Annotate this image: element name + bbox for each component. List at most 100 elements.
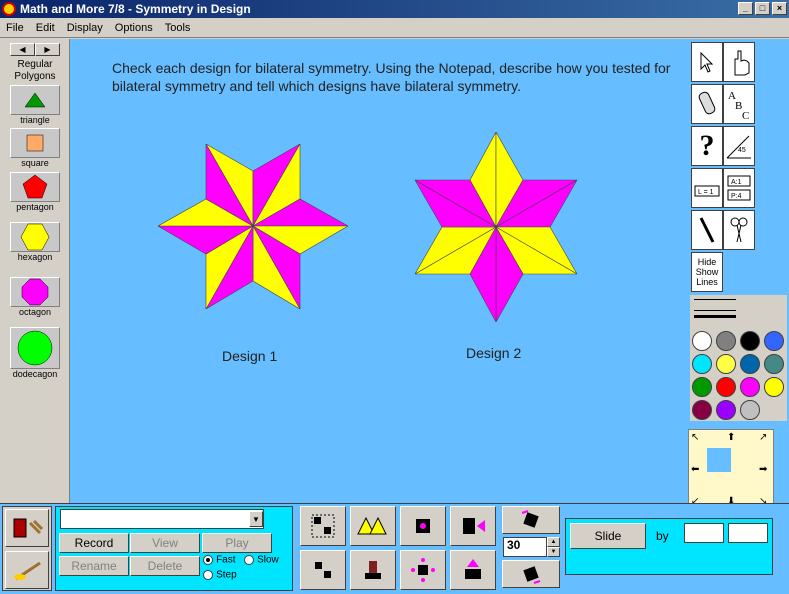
angle-tool[interactable]: 45 [723, 126, 755, 166]
exit-button[interactable] [5, 509, 49, 547]
line-thick-option[interactable] [694, 315, 736, 318]
maximize-button[interactable]: □ [755, 2, 770, 15]
color-maroon[interactable] [692, 400, 712, 420]
help-tool[interactable]: ? [691, 126, 723, 166]
angle-measure-icon: 45 [726, 135, 751, 159]
group-button[interactable] [300, 506, 346, 546]
color-silver[interactable] [740, 400, 760, 420]
rename-button[interactable]: Rename [59, 556, 129, 576]
color-teal[interactable] [764, 354, 784, 374]
recording-dropdown-button[interactable]: ▼ [249, 511, 263, 527]
octagon-tool[interactable]: octagon [10, 277, 60, 317]
ruler-tool[interactable]: L = 1 [691, 168, 723, 208]
bottom-toolbar: ▼ Record View Play Rename Delete Fast Sl… [0, 503, 789, 594]
ungroup-button[interactable] [300, 550, 346, 590]
palette-prev-button[interactable]: ◀ [10, 43, 35, 56]
roller-icon [698, 91, 716, 115]
color-dark-blue[interactable] [740, 354, 760, 374]
speed-slow-option[interactable]: Slow [244, 554, 279, 566]
hexagon-tool[interactable]: hexagon [10, 222, 60, 262]
pentagon-label: pentagon [16, 202, 54, 212]
triangle-tool[interactable]: triangle [10, 85, 60, 125]
tools-panel: ABC ? 45 L = 1 A:1 P:4 Hide Show Lines ↖… [688, 39, 789, 513]
nudge-left-button[interactable]: ⬅ [691, 464, 699, 475]
recording-select[interactable] [60, 509, 264, 529]
pointer-tool[interactable] [691, 42, 723, 82]
flip-right-button[interactable] [450, 506, 496, 546]
color-red[interactable] [716, 377, 736, 397]
view-button[interactable]: View [130, 533, 200, 553]
angle-down-button[interactable]: ▼ [547, 547, 560, 557]
rotate-ccw-button[interactable] [502, 560, 560, 588]
play-button[interactable]: Play [202, 533, 272, 553]
menu-edit[interactable]: Edit [30, 22, 61, 34]
roller-tool[interactable] [691, 84, 723, 124]
design-1[interactable] [158, 144, 348, 309]
exit-door-icon [13, 518, 44, 538]
triangle-icon [24, 92, 46, 108]
menu-bar: File Edit Display Options Tools [0, 18, 789, 38]
speed-fast-option[interactable]: Fast [203, 554, 236, 566]
dodecagon-tool[interactable]: dodecagon [10, 327, 60, 379]
nudge-pad: ↖ ⬆ ↗ ⬅ ➡ ↙ ⬇ ↘ [688, 429, 774, 513]
stamp-icon [365, 561, 381, 579]
slide-y-input[interactable] [728, 523, 768, 543]
square-tool[interactable]: square [10, 128, 60, 168]
nudge-up-right-button[interactable]: ↗ [759, 432, 767, 443]
minimize-button[interactable]: _ [738, 2, 753, 15]
line-thin-option[interactable] [694, 299, 736, 311]
dodecagon-label: dodecagon [12, 369, 58, 379]
center-button[interactable] [400, 506, 446, 546]
menu-file[interactable]: File [0, 22, 30, 34]
hand-tool[interactable] [723, 42, 755, 82]
color-blue[interactable] [764, 331, 784, 351]
stamp-button[interactable] [350, 550, 396, 590]
nudge-up-button[interactable]: ⬆ [727, 432, 735, 443]
close-button[interactable]: × [772, 2, 787, 15]
menu-display[interactable]: Display [61, 22, 109, 34]
svg-text:P:4: P:4 [731, 193, 742, 200]
menu-tools[interactable]: Tools [159, 22, 197, 34]
clear-button[interactable] [5, 551, 49, 589]
speed-step-option[interactable]: Step [203, 569, 237, 581]
nudge-right-button[interactable]: ➡ [759, 464, 767, 475]
pentagon-tool[interactable]: pentagon [10, 172, 60, 212]
duplicate-triangles-icon [357, 516, 387, 535]
color-green[interactable] [692, 377, 712, 397]
record-button[interactable]: Record [59, 533, 129, 553]
rotate-cw-button[interactable] [502, 506, 560, 534]
workspace-canvas[interactable]: Check each design for bilateral symmetry… [70, 39, 688, 503]
design-2[interactable] [415, 132, 577, 322]
color-gray[interactable] [716, 331, 736, 351]
color-white[interactable] [692, 331, 712, 351]
slide-button[interactable]: Slide [570, 523, 646, 549]
pencil-tool[interactable] [691, 210, 723, 250]
slide-panel: Slide by [565, 518, 773, 575]
center-point-button[interactable] [400, 550, 446, 590]
color-yellow[interactable] [764, 377, 784, 397]
color-light-yellow[interactable] [716, 354, 736, 374]
rotation-angle-input[interactable]: 30 [503, 537, 547, 557]
text-tool[interactable]: ABC [723, 84, 755, 124]
octagon-icon [21, 278, 49, 306]
menu-options[interactable]: Options [109, 22, 159, 34]
color-cyan[interactable] [692, 354, 712, 374]
slide-x-input[interactable] [684, 523, 724, 543]
hide-show-lines-button[interactable]: Hide Show Lines [691, 252, 723, 292]
color-black[interactable] [740, 331, 760, 351]
angle-up-button[interactable]: ▲ [547, 537, 560, 547]
color-magenta[interactable] [740, 377, 760, 397]
palette-next-button[interactable]: ▶ [35, 43, 60, 56]
delete-button[interactable]: Delete [130, 556, 200, 576]
nudge-up-left-button[interactable]: ↖ [691, 432, 699, 443]
square-icon [26, 134, 44, 152]
hide-show-lines-label: Hide Show Lines [695, 257, 719, 287]
rotate-ccw-icon [523, 566, 541, 584]
area-perimeter-tool[interactable]: A:1 P:4 [723, 168, 755, 208]
flip-up-button[interactable] [450, 550, 496, 590]
pentagon-icon [22, 174, 48, 199]
color-purple[interactable] [716, 400, 736, 420]
duplicate-button[interactable] [350, 506, 396, 546]
flip-right-icon [463, 518, 485, 534]
scissors-tool[interactable] [723, 210, 755, 250]
